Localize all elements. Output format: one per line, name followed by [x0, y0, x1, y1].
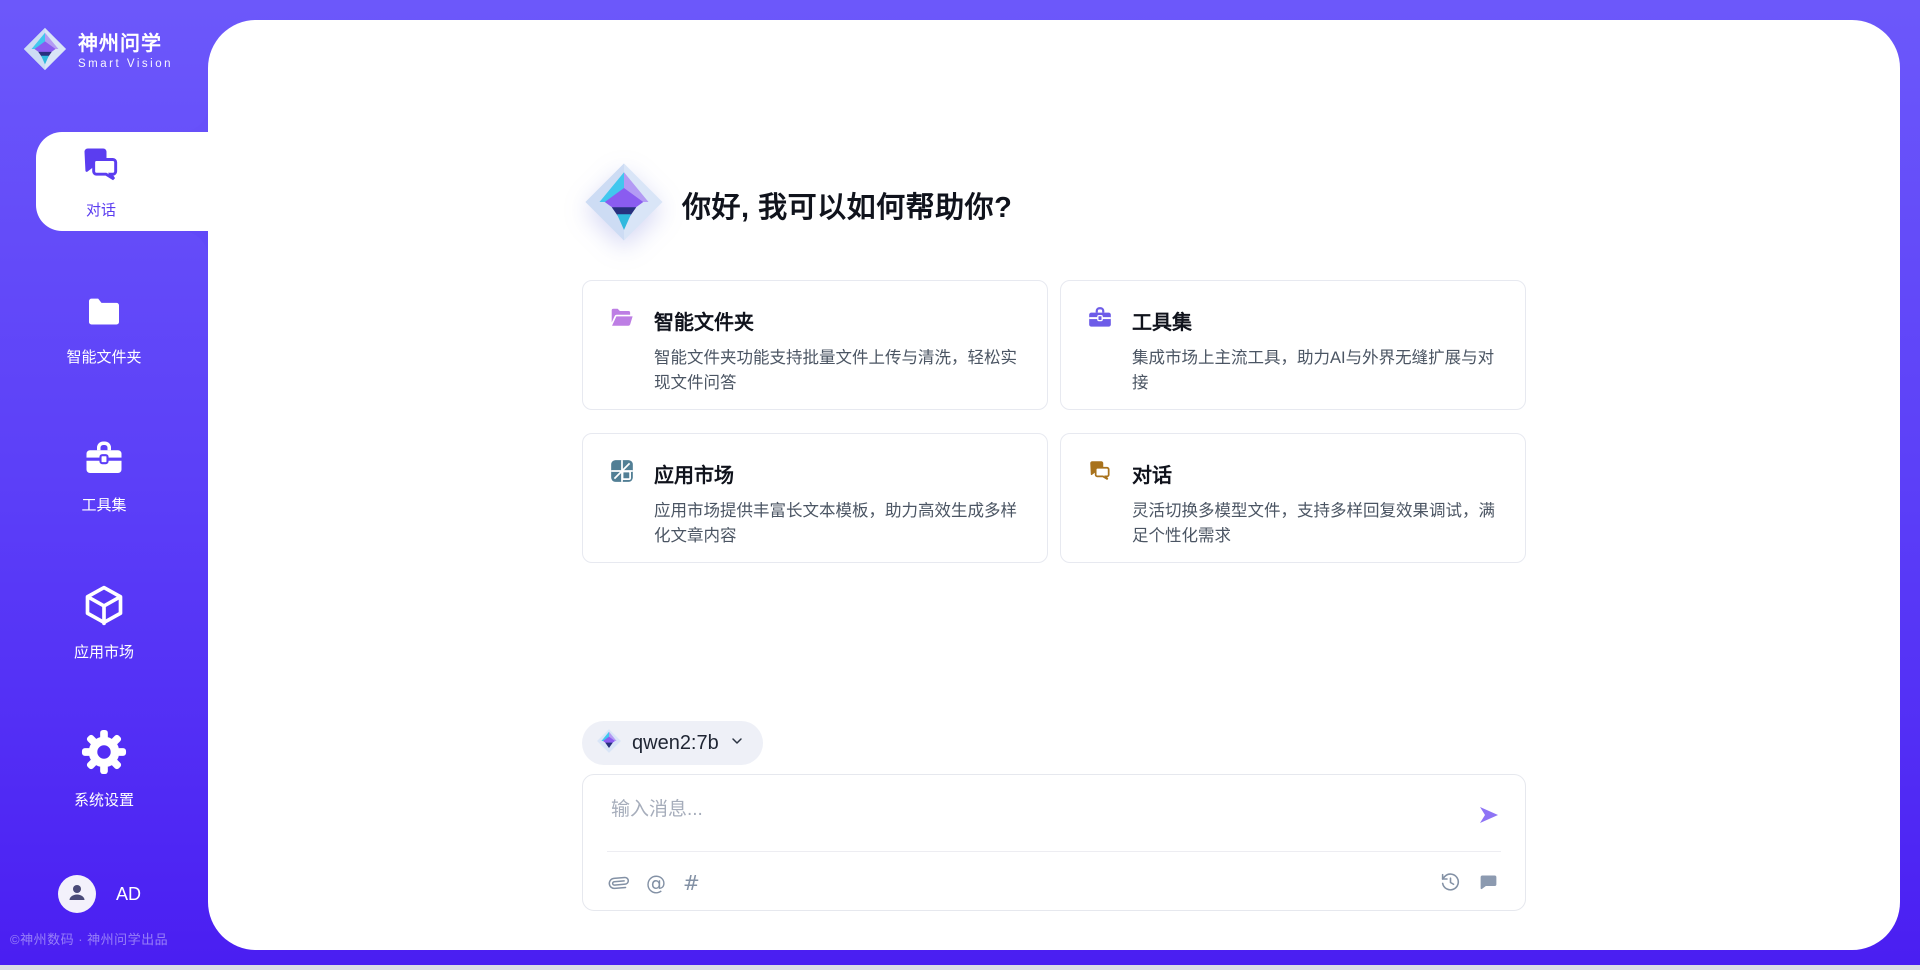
history-icon[interactable] — [1440, 872, 1461, 893]
card-app-market[interactable]: 应用市场 应用市场提供丰富长文本模板，助力高效生成多样化文章内容 — [582, 433, 1048, 563]
card-title: 对话 — [1132, 459, 1172, 488]
card-title: 应用市场 — [654, 459, 734, 488]
chat-icon — [1087, 458, 1113, 489]
diamond-logo-icon — [596, 728, 622, 759]
composer: @ # — [582, 774, 1526, 911]
sidebar-item-toolset[interactable]: 工具集 — [4, 438, 204, 515]
card-description: 智能文件夹功能支持批量文件上传与清洗，轻松实现文件问答 — [654, 346, 1021, 396]
send-icon[interactable] — [1477, 803, 1501, 832]
sidebar-item-label: 系统设置 — [74, 789, 134, 810]
composer-divider — [607, 851, 1501, 852]
brand-subtitle: Smart Vision — [78, 58, 173, 71]
grid-icon — [609, 458, 635, 489]
folder-icon — [83, 292, 125, 337]
diamond-logo-icon — [582, 160, 666, 249]
card-chat[interactable]: 对话 灵活切换多模型文件，支持多样回复效果调试，满足个性化需求 — [1060, 433, 1526, 563]
brand-logo: 神州问学 Smart Vision — [22, 26, 173, 77]
bottom-scrollbar[interactable] — [0, 965, 1920, 970]
chevron-down-icon — [729, 733, 745, 754]
feature-cards: 智能文件夹 智能文件夹功能支持批量文件上传与清洗，轻松实现文件问答 工具集 — [582, 280, 1526, 563]
sidebar-item-chat[interactable]: 对话 — [36, 132, 208, 231]
avatar[interactable] — [58, 875, 96, 913]
model-selector[interactable]: qwen2:7b — [582, 721, 763, 765]
user-profile[interactable]: AD — [58, 875, 141, 913]
brand-title: 神州问学 — [78, 33, 173, 55]
message-input[interactable] — [611, 793, 1455, 827]
sidebar-item-label: 应用市场 — [74, 641, 134, 662]
pill-connector-bottom — [182, 231, 208, 257]
card-toolset[interactable]: 工具集 集成市场上主流工具，助力AI与外界无缝扩展与对接 — [1060, 280, 1526, 410]
card-description: 应用市场提供丰富长文本模板，助力高效生成多样化文章内容 — [654, 499, 1021, 549]
cube-icon — [82, 583, 126, 632]
sidebar-item-label: 工具集 — [81, 494, 126, 515]
sidebar-item-app-market[interactable]: 应用市场 — [4, 583, 204, 662]
toolbox-icon — [1087, 305, 1113, 336]
chat-bubble-icon[interactable] — [1478, 872, 1499, 893]
greeting-text: 你好, 我可以如何帮助你? — [682, 184, 1012, 226]
sidebar-item-settings[interactable]: 系统设置 — [4, 729, 204, 810]
card-title: 工具集 — [1132, 306, 1192, 335]
sidebar-item-label: 对话 — [86, 199, 116, 220]
paperclip-icon[interactable] — [609, 873, 629, 893]
card-description: 灵活切换多模型文件，支持多样回复效果调试，满足个性化需求 — [1132, 499, 1499, 549]
user-initials: AD — [116, 884, 141, 905]
diamond-logo-icon — [22, 26, 68, 77]
card-description: 集成市场上主流工具，助力AI与外界无缝扩展与对接 — [1132, 346, 1499, 396]
card-title: 智能文件夹 — [654, 306, 754, 335]
folder-open-icon — [609, 305, 635, 336]
pill-connector-top — [182, 106, 208, 132]
hash-icon[interactable]: # — [683, 873, 700, 893]
footer-credit: ©神州数码 · 神州问学出品 — [10, 929, 205, 948]
sidebar: 神州问学 Smart Vision 对话 智能文件夹 — [0, 0, 208, 970]
card-smart-folder[interactable]: 智能文件夹 智能文件夹功能支持批量文件上传与清洗，轻松实现文件问答 — [582, 280, 1048, 410]
model-name: qwen2:7b — [632, 732, 719, 755]
main-content: 你好, 我可以如何帮助你? 智能文件夹 智能文件夹功能支持批量文件上传与清洗，轻… — [208, 20, 1900, 950]
greeting: 你好, 我可以如何帮助你? — [582, 160, 1526, 249]
sidebar-item-label: 智能文件夹 — [66, 346, 141, 367]
mention-icon[interactable]: @ — [646, 873, 666, 893]
sidebar-item-smart-folder[interactable]: 智能文件夹 — [4, 292, 204, 367]
gear-icon — [81, 729, 127, 780]
toolbox-icon — [83, 438, 125, 485]
person-icon — [65, 880, 89, 909]
chat-icon — [79, 143, 123, 192]
